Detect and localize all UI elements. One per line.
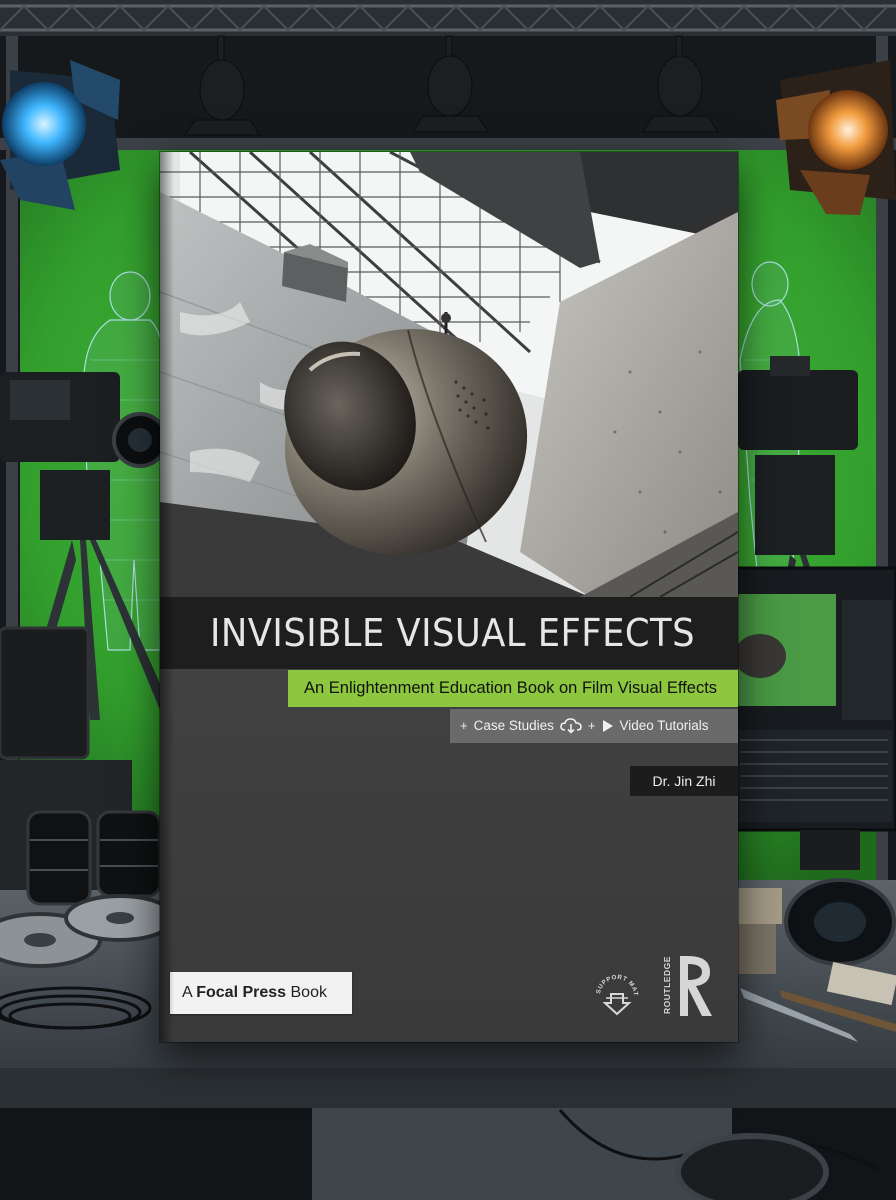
video-tutorials-label: Video Tutorials: [619, 718, 709, 733]
support-badge-text: SUPPORT MATERIAL: [594, 972, 639, 996]
svg-text:SUPPORT MATERIAL: SUPPORT MATERIAL: [594, 972, 639, 996]
cloud-download-icon: [560, 718, 582, 734]
book-title: INVISIBLE VISUAL EFFECTS: [210, 611, 695, 655]
case-studies-label: Case Studies: [473, 718, 554, 733]
publisher-prefix: A: [182, 984, 197, 1001]
features-line: + Case Studies + Video Tutorials: [460, 709, 709, 743]
book-spine-shadow: [160, 152, 174, 1042]
plus-icon: +: [460, 718, 468, 733]
publisher-label: A Focal Press Book: [182, 972, 327, 1014]
cover-text-layer: INVISIBLE VISUAL EFFECTS An Enlightenmen…: [160, 152, 738, 1042]
support-material-download-icon: SUPPORT MATERIAL: [594, 972, 639, 1016]
publisher-name: Focal Press: [196, 984, 287, 1001]
plus-icon: +: [587, 718, 596, 733]
play-icon: [603, 720, 614, 732]
book-subtitle: An Enlightenment Education Book on Film …: [304, 679, 718, 697]
routledge-wordmark: ROUTLEDGE: [662, 956, 672, 1014]
book-author: Dr. Jin Zhi: [652, 773, 716, 789]
routledge-logo: ROUTLEDGE: [662, 956, 712, 1016]
publisher-suffix: Book: [286, 984, 327, 1001]
